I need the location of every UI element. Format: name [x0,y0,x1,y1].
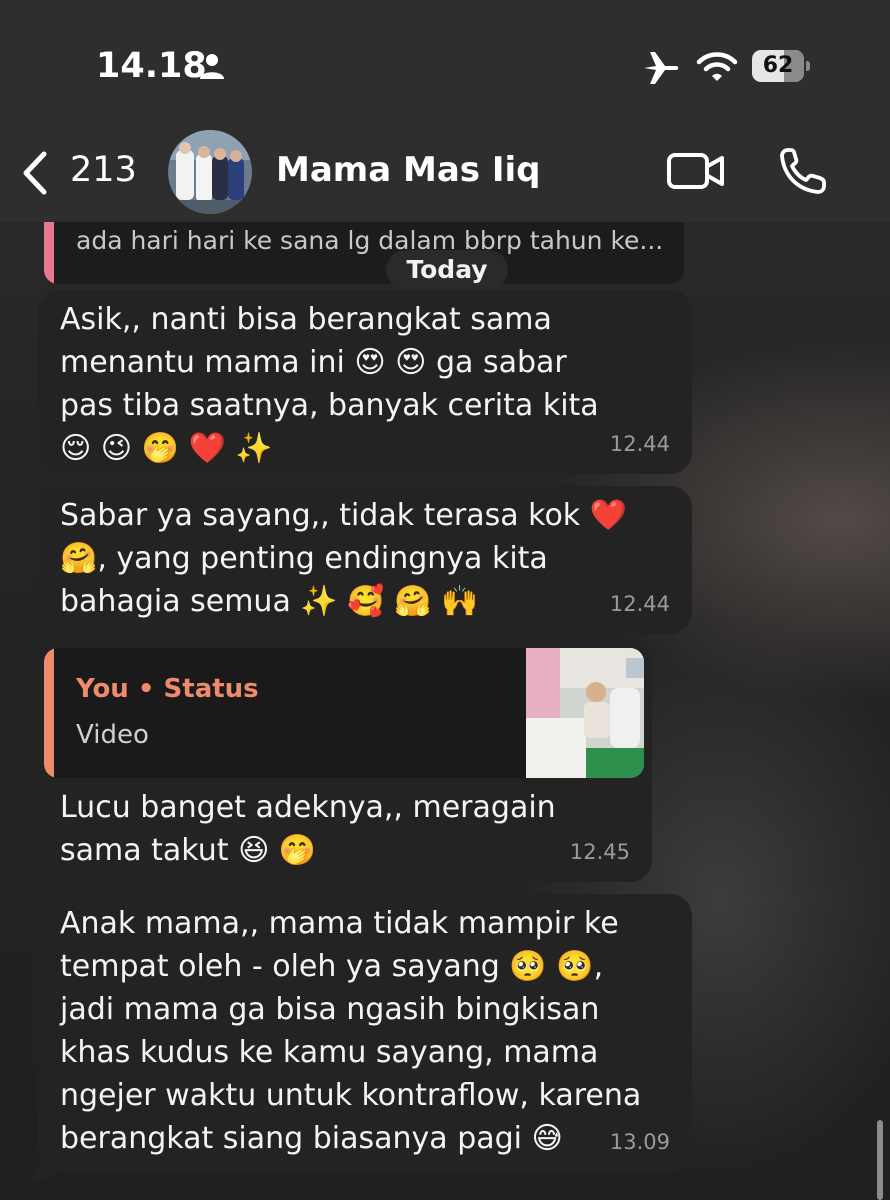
status-accent-bar [44,648,54,778]
chat-area[interactable]: ada hari hari ke sana lg dalam bbrp tahu… [0,222,890,1200]
contact-name[interactable]: Mama Mas Iiq [276,150,540,190]
video-call-icon[interactable] [666,150,726,192]
status-reply-preview[interactable]: You • Status Video [44,648,644,778]
status-bar: 14.18 62 [0,0,890,130]
message-text: Sabar ya sayang,, tidak terasa kok ❤️ 🤗,… [60,498,628,619]
chevron-left-icon[interactable] [18,148,50,198]
message-time: 12.45 [569,840,630,864]
battery-icon: 62 [752,50,810,82]
message-time: 12.44 [609,592,670,616]
message-text: Lucu banget adeknya,, meragain sama taku… [60,790,556,868]
status-time: 14.18 [96,46,207,86]
status-reply-title: You • Status [76,674,259,704]
quote-accent-bar [44,222,54,284]
bubble-tail [24,1154,54,1181]
date-separator: Today [386,250,508,290]
message-bubble[interactable]: Anak mama,, mama tidak mampir ke tempat … [38,894,692,1172]
person-icon [200,54,224,79]
message-time: 12.44 [609,432,670,456]
battery-level: 62 [762,53,794,78]
chat-header: 213 Mama Mas Iiq [0,130,890,222]
avatar[interactable] [168,130,252,214]
quoted-message-text: ada hari hari ke sana lg dalam bbrp tahu… [76,226,664,255]
message-text: Anak mama,, mama tidak mampir ke tempat … [60,906,642,1156]
message-bubble[interactable]: Asik,, nanti bisa berangkat sama menantu… [38,290,692,474]
phone-icon[interactable] [778,146,830,196]
message-bubble[interactable]: Sabar ya sayang,, tidak terasa kok ❤️ 🤗,… [38,486,692,634]
scroll-indicator[interactable] [877,1120,883,1200]
status-reply-type: Video [76,720,149,750]
status-video-thumbnail[interactable] [526,648,644,778]
quoted-message-preview[interactable]: ada hari hari ke sana lg dalam bbrp tahu… [44,222,684,284]
message-text: Asik,, nanti bisa berangkat sama menantu… [60,302,599,466]
back-unread-count[interactable]: 213 [70,150,137,190]
wifi-icon [696,52,738,81]
message-time: 13.09 [609,1130,670,1154]
airplane-icon [644,52,679,84]
